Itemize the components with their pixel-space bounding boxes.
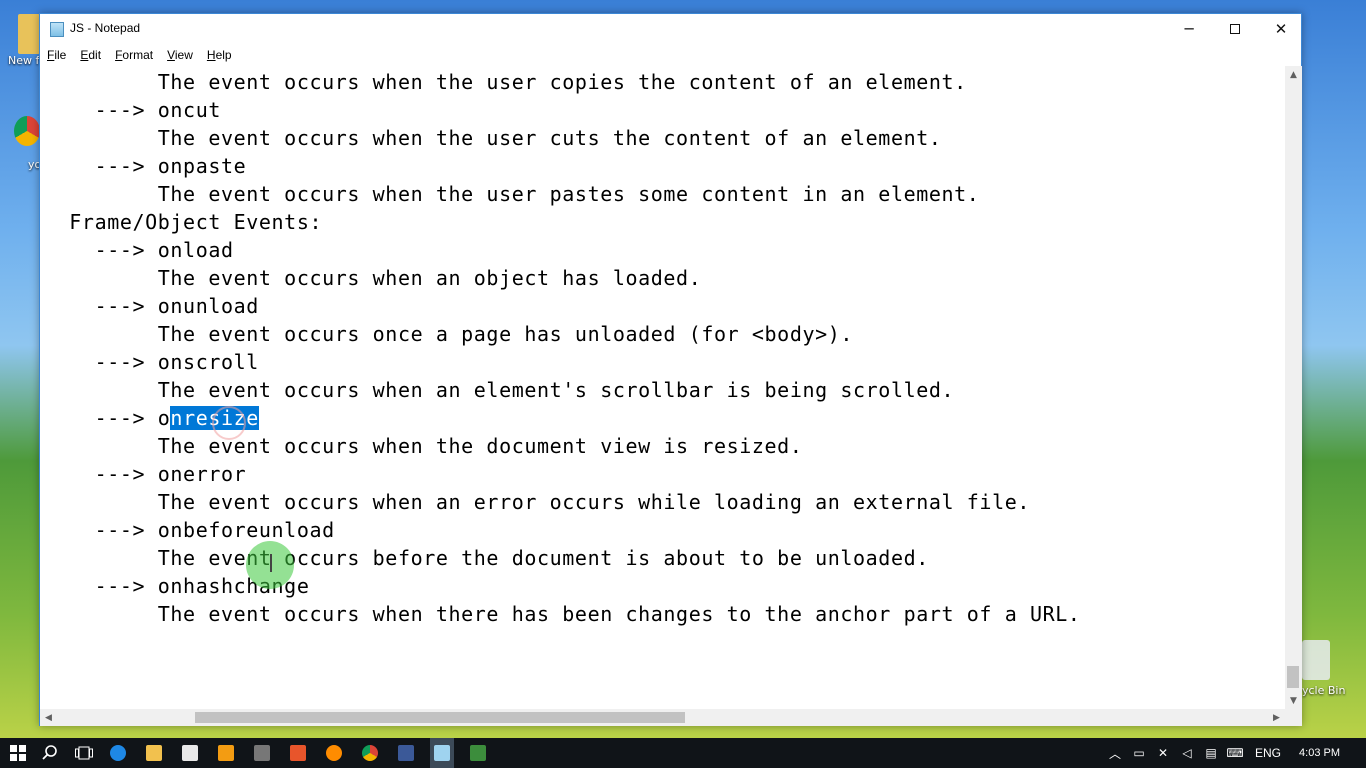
text-line: The event occurs when the user copies th… (44, 70, 967, 94)
notepad-taskbar-icon[interactable] (430, 738, 454, 768)
keyboard-icon[interactable]: ⌨ (1223, 746, 1247, 760)
volume-icon[interactable]: ◁ (1175, 746, 1199, 760)
window-title: JS - Notepad (70, 21, 141, 35)
text-line: ---> onpaste (44, 154, 247, 178)
search-icon[interactable] (38, 738, 62, 768)
notepad-window: JS - Notepad ─ ✕ File Edit Format View H… (39, 13, 1302, 726)
text-line: The event occurs once a page has unloade… (44, 322, 854, 346)
text-line: The event occurs when the user cuts the … (44, 126, 942, 150)
paint-app-icon[interactable] (322, 738, 346, 768)
scroll-up-icon[interactable]: ▲ (1285, 66, 1302, 83)
network-icon[interactable]: ✕ (1151, 746, 1175, 760)
menu-bar: File Edit Format View Help (40, 44, 1301, 66)
notification-icon[interactable]: ▤ (1199, 746, 1223, 760)
menu-view[interactable]: View (160, 48, 200, 62)
scroll-left-icon[interactable]: ◀ (40, 709, 57, 726)
camtasia-icon[interactable] (466, 738, 490, 768)
menu-file[interactable]: File (40, 48, 73, 62)
scroll-down-icon[interactable]: ▼ (1285, 692, 1302, 709)
close-button[interactable]: ✕ (1258, 14, 1304, 44)
horizontal-scrollbar[interactable]: ◀ ▶ (40, 709, 1285, 726)
text-line: ---> onbeforeunload (44, 518, 335, 542)
recycle-bin-icon[interactable] (1302, 640, 1330, 680)
line-prefix: ---> o (44, 406, 171, 430)
text-line: The event occurs when an error occurs wh… (44, 490, 1030, 514)
text-line: ---> onload (44, 238, 234, 262)
ibeam-cursor-icon (270, 554, 272, 572)
desktop-folder-icon[interactable] (18, 14, 40, 54)
text-line: The event occurs when the user pastes so… (44, 182, 980, 206)
desktop-folder-label: New f (8, 54, 40, 67)
text-line: The event occurs when there has been cha… (44, 602, 1081, 626)
maximize-icon (1230, 24, 1240, 34)
taskbar: ︿ ▭ ✕ ◁ ▤ ⌨ ENG 4:03 PM (0, 738, 1366, 768)
fox-app-icon[interactable] (286, 738, 310, 768)
text-line: ---> onunload (44, 294, 259, 318)
file-explorer-icon[interactable] (142, 738, 166, 768)
text-line: The event occurs when an object has load… (44, 266, 702, 290)
text-line: The event occurs when an element's scrol… (44, 378, 955, 402)
text-line: The event occurs when the document view … (44, 434, 803, 458)
vertical-scrollbar[interactable]: ▲ ▼ (1285, 66, 1302, 709)
desktop-chrome-icon[interactable] (14, 116, 40, 146)
horizontal-scroll-thumb[interactable] (195, 712, 685, 723)
windows-logo-icon[interactable] (6, 738, 30, 768)
edge-icon[interactable] (106, 738, 130, 768)
scroll-right-icon[interactable]: ▶ (1268, 709, 1285, 726)
click-ring (212, 406, 246, 440)
maximize-button[interactable] (1212, 14, 1258, 44)
text-line: ---> onerror (44, 462, 247, 486)
store-icon[interactable] (178, 738, 202, 768)
text-line: ---> onscroll (44, 350, 259, 374)
recycle-bin-label: ycle Bin (1302, 684, 1346, 697)
chrome-icon[interactable] (358, 738, 382, 768)
vertical-scroll-thumb[interactable] (1287, 666, 1299, 688)
text-editor[interactable]: The event occurs when the user copies th… (40, 66, 1285, 709)
menu-format[interactable]: Format (108, 48, 160, 62)
notepad-icon (50, 22, 64, 37)
video-editor-icon[interactable] (250, 738, 274, 768)
language-indicator[interactable]: ENG (1255, 746, 1281, 760)
menu-help[interactable]: Help (200, 48, 239, 62)
close-icon: ✕ (1274, 20, 1288, 38)
clock[interactable]: 4:03 PM (1299, 747, 1340, 759)
text-line: The event occurs before the document is … (44, 546, 929, 570)
system-tray: ︿ ▭ ✕ ◁ ▤ ⌨ ENG 4:03 PM (1103, 738, 1366, 768)
battery-icon[interactable]: ▭ (1127, 746, 1151, 760)
minimize-button[interactable]: ─ (1166, 14, 1212, 44)
text-line: ---> oncut (44, 98, 221, 122)
menu-edit[interactable]: Edit (73, 48, 108, 62)
chevron-up-icon[interactable]: ︿ (1103, 745, 1127, 762)
title-bar[interactable]: JS - Notepad ─ ✕ (40, 14, 1301, 44)
resize-grip[interactable] (1285, 709, 1302, 726)
facebook-icon[interactable] (394, 738, 418, 768)
task-view-icon[interactable] (72, 738, 96, 768)
media-player-icon[interactable] (214, 738, 238, 768)
minimize-icon: ─ (1184, 20, 1194, 38)
text-line: Frame/Object Events: (44, 210, 323, 234)
